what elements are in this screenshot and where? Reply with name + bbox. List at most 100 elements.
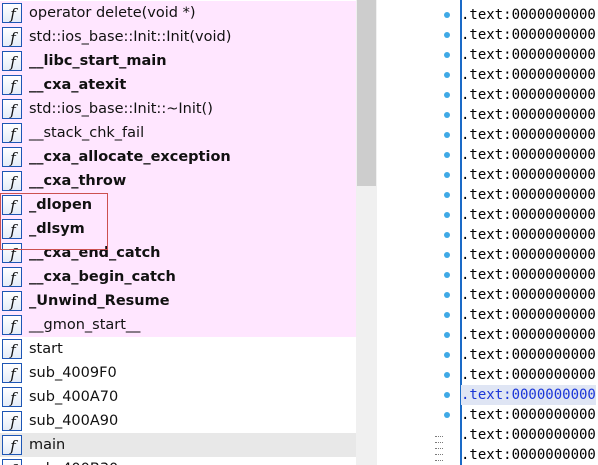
breakpoint-dot (444, 292, 450, 298)
function-row[interactable]: f std::ios_base::Init::Init(void) (0, 25, 356, 49)
code-line[interactable]: .text:0000000000 (461, 45, 596, 65)
breakpoint-dot (444, 372, 450, 378)
function-name: operator delete(void *) (29, 5, 196, 21)
function-row[interactable]: f __cxa_allocate_exception (0, 145, 356, 169)
function-row[interactable]: f _dlopen (0, 193, 356, 217)
breakpoint-dot (444, 152, 450, 158)
code-line[interactable]: .text:0000000000 (461, 285, 596, 305)
function-name: __cxa_begin_catch (29, 269, 176, 285)
code-line[interactable]: .text:0000000000 (461, 125, 596, 145)
code-line[interactable]: .text:0000000000 (461, 345, 596, 365)
function-row[interactable]: f __cxa_atexit (0, 73, 356, 97)
code-line[interactable]: .text:0000000000 (461, 385, 596, 405)
function-name: sub_400B30 (29, 460, 118, 465)
flow-stub (435, 448, 443, 450)
function-name: std::ios_base::Init::Init(void) (29, 29, 232, 45)
code-line[interactable]: .text:0000000000 (461, 325, 596, 345)
code-line[interactable]: .text:0000000000 (461, 165, 596, 185)
svg-text:f: f (9, 341, 18, 359)
code-line[interactable]: .text:0000000000 (461, 145, 596, 165)
breakpoint-dot (444, 352, 450, 358)
code-line[interactable]: .text:0000000000 (461, 405, 596, 425)
svg-text:f: f (9, 269, 18, 287)
svg-text:f: f (9, 77, 18, 95)
flow-stub (435, 442, 443, 444)
svg-text:f: f (9, 173, 18, 191)
function-row[interactable]: f __stack_chk_fail (0, 121, 356, 145)
function-name: __cxa_throw (29, 173, 127, 189)
breakpoint-dot (444, 332, 450, 338)
code-line[interactable]: .text:0000000000 (461, 305, 596, 325)
function-row[interactable]: f _Unwind_Resume (0, 289, 356, 313)
function-f-icon: f (2, 123, 22, 143)
svg-text:f: f (9, 53, 18, 71)
svg-text:f: f (9, 197, 18, 215)
svg-text:f: f (9, 413, 18, 431)
function-f-icon: f (2, 315, 22, 335)
function-row[interactable]: f __libc_start_main (0, 49, 356, 73)
function-name: _Unwind_Resume (29, 293, 170, 309)
function-name: sub_4009F0 (29, 365, 117, 381)
function-row[interactable]: f __cxa_begin_catch (0, 265, 356, 289)
function-f-icon: f (2, 339, 22, 359)
breakpoint-dot (444, 92, 450, 98)
breakpoint-dot (444, 232, 450, 238)
breakpoint-dot (444, 132, 450, 138)
function-f-icon: f (2, 51, 22, 71)
function-row[interactable]: f main (0, 433, 356, 457)
svg-text:f: f (9, 125, 18, 143)
code-line[interactable]: .text:0000000000 (461, 185, 596, 205)
function-row[interactable]: f start (0, 337, 356, 361)
breakpoint-dot (444, 412, 450, 418)
code-line[interactable]: .text:0000000000 (461, 425, 596, 445)
function-row[interactable]: f _dlsym (0, 217, 356, 241)
svg-text:f: f (9, 149, 18, 167)
breakpoint-dot (444, 52, 450, 58)
function-list-scrollbar[interactable] (356, 0, 377, 465)
code-line[interactable]: .text:0000000000 (461, 65, 596, 85)
code-line[interactable]: .text:0000000000 (461, 225, 596, 245)
function-f-icon: f (2, 219, 22, 239)
code-line[interactable]: .text:0000000000 (461, 105, 596, 125)
function-row[interactable]: f __gmon_start__ (0, 313, 356, 337)
breakpoint-dot (444, 72, 450, 78)
function-f-icon: f (2, 171, 22, 191)
code-line[interactable]: .text:0000000000 (461, 445, 596, 465)
scrollbar-thumb[interactable] (357, 0, 376, 186)
function-name: __cxa_allocate_exception (29, 149, 231, 165)
code-line[interactable]: .text:0000000000 (461, 205, 596, 225)
svg-text:f: f (9, 389, 18, 407)
function-f-icon: f (2, 435, 22, 455)
function-row[interactable]: f sub_400B30 (0, 457, 356, 465)
breakpoint-gutter[interactable] (444, 0, 452, 465)
function-name: __libc_start_main (29, 53, 167, 69)
code-line[interactable]: .text:0000000000 (461, 265, 596, 285)
function-row[interactable]: f sub_4009F0 (0, 361, 356, 385)
function-row[interactable]: f sub_400A70 (0, 385, 356, 409)
flow-stub (435, 460, 443, 462)
disassembly-panel: .text:0000000000 .text:0000000000 .text:00… (377, 0, 598, 465)
function-f-icon: f (2, 99, 22, 119)
breakpoint-dot (444, 112, 450, 118)
function-f-icon: f (2, 195, 22, 215)
breakpoint-dot (444, 312, 450, 318)
svg-text:f: f (9, 293, 18, 311)
flow-stub (435, 454, 443, 456)
function-row[interactable]: f operator delete(void *) (0, 1, 356, 25)
svg-text:f: f (9, 221, 18, 239)
breakpoint-dot (444, 192, 450, 198)
code-line[interactable]: .text:0000000000 (461, 25, 596, 45)
function-name: __stack_chk_fail (29, 125, 145, 141)
function-name: sub_400A90 (29, 413, 119, 429)
function-row[interactable]: f sub_400A90 (0, 409, 356, 433)
breakpoint-dot (444, 172, 450, 178)
code-line[interactable]: .text:0000000000 (461, 245, 596, 265)
code-line[interactable]: .text:0000000000 (461, 365, 596, 385)
code-line[interactable]: .text:0000000000 (461, 5, 596, 25)
function-name: std::ios_base::Init::~Init() (29, 101, 213, 117)
function-row[interactable]: f std::ios_base::Init::~Init() (0, 97, 356, 121)
code-line[interactable]: .text:0000000000 (461, 85, 596, 105)
svg-text:f: f (9, 461, 18, 465)
function-row[interactable]: f __cxa_throw (0, 169, 356, 193)
function-row[interactable]: f __cxa_end_catch (0, 241, 356, 265)
